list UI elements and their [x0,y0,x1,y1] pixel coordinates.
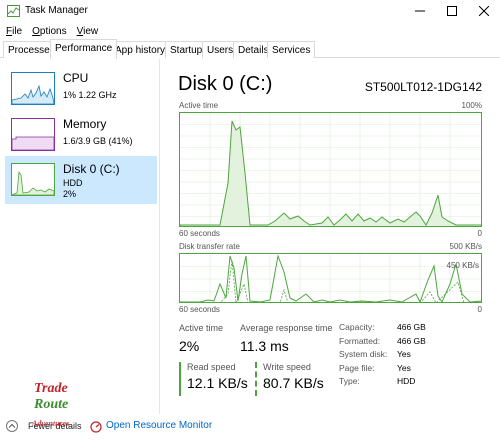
resource-monitor-icon [90,421,102,433]
active-time-value: 2% [179,338,200,354]
read-speed-label: Read speed [187,362,236,372]
menu-view[interactable]: View [77,26,99,37]
minimize-button[interactable] [404,0,436,22]
property-row: Formatted: 466 GB [339,335,426,346]
tab-services[interactable]: Services [267,41,316,58]
disk-title: Disk 0 (C:) [63,162,120,176]
property-row: Capacity: 466 GB [339,322,426,332]
transfer-rate-graph-max: 500 KB/s [449,242,482,251]
active-time-graph-label: Active time [179,101,219,110]
window-title: Task Manager [25,5,88,16]
maximize-button[interactable] [436,0,468,22]
menu-options[interactable]: Options [32,26,66,37]
read-speed-value: 12.1 KB/s [187,375,248,391]
detail-pane: Disk 0 (C:) ST500LT012-1DG142 Active tim… [161,59,500,414]
close-icon [479,6,489,16]
tab-performance[interactable]: Performance [50,39,118,59]
page-title: Disk 0 (C:) [178,73,273,95]
transfer-rate-inner-label: 450 KB/s [446,261,479,270]
active-time-graph-svg [180,113,481,226]
menu-bar: File Options View [0,22,500,40]
close-button[interactable] [468,0,500,22]
menu-file[interactable]: File [6,26,22,37]
footer-bar: Fewer details Trade Route Adventures Ope… [0,381,500,445]
active-time-graph [179,112,482,227]
property-row: System disk: Yes [339,349,411,359]
sidebar-item-cpu[interactable]: CPU 1% 1.22 GHz [5,65,157,113]
minimize-icon [415,10,425,12]
active-time-label: Active time [179,323,224,333]
tab-strip: Processes Performance App history Startu… [0,39,500,59]
disk-usage: 2% [63,189,77,199]
transfer-rate-graph-min: 0 [477,305,482,314]
response-time-label: Average response time [240,323,333,333]
write-speed-block: Write speed 80.7 KB/s [255,362,324,396]
response-time-value: 11.3 ms [240,338,289,354]
memory-title: Memory [63,117,107,131]
chevron-up-icon[interactable] [6,420,18,432]
transfer-rate-graph-svg [180,254,481,302]
disk-properties: Capacity: 466 GB Formatted: 466 GB System … [339,322,426,390]
resource-list: CPU 1% 1.22 GHz Memory 1.6/3.9 GB (41%) … [0,59,160,414]
active-time-graph-duration: 60 seconds [179,229,220,238]
write-speed-label: Write speed [263,362,311,372]
cpu-title: CPU [63,71,89,85]
disk-model: ST500LT012-1DG142 [364,80,482,94]
memory-subtitle: 1.6/3.9 GB (41%) [63,136,133,146]
active-time-graph-max: 100% [461,101,482,110]
sidebar-item-memory[interactable]: Memory 1.6/3.9 GB (41%) [5,111,157,159]
cpu-subtitle: 1% 1.22 GHz [63,90,117,100]
open-resource-monitor-link[interactable]: Open Resource Monitor [106,420,212,431]
property-row: Type: HDD [339,376,416,386]
property-row: Page file: Yes [339,362,411,373]
transfer-rate-graph-duration: 60 seconds [179,305,220,314]
active-time-graph-min: 0 [477,229,482,238]
sidebar-item-disk[interactable]: Disk 0 (C:) HDD 2% [5,156,157,204]
read-speed-block: Read speed 12.1 KB/s [179,362,248,396]
title-bar: Task Manager [0,0,500,22]
tab-app-history[interactable]: App history [110,41,171,58]
disk-thumbnail-graph [11,163,55,196]
memory-thumbnail-graph [11,118,55,151]
write-speed-value: 80.7 KB/s [263,375,324,391]
disk-type: HDD [63,178,83,188]
task-manager-icon [7,5,20,17]
cpu-thumbnail-graph [11,72,55,105]
transfer-rate-graph-label: Disk transfer rate [179,242,240,251]
maximize-icon [447,6,457,16]
tab-startup[interactable]: Startup [165,41,208,58]
transfer-rate-graph: 450 KB/s [179,253,482,303]
watermark-logo: Trade Route Adventures [32,381,70,428]
